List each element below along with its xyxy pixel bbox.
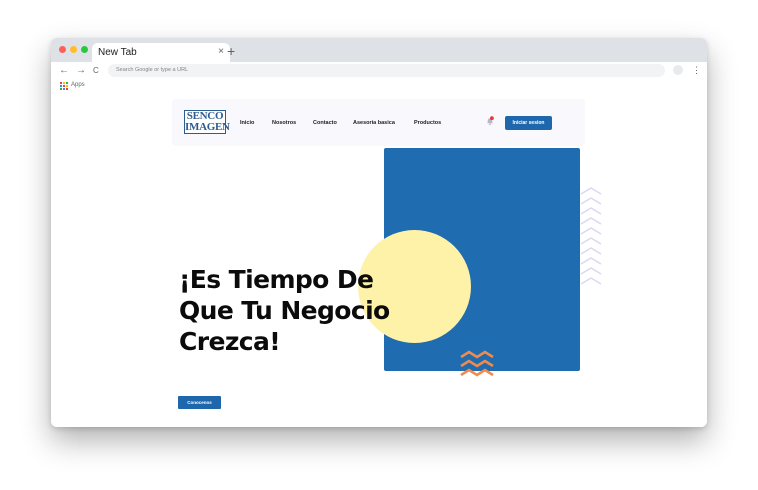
nav-asesoria-basica[interactable]: Asesoria basica [353,119,395,127]
site-header: SENCO IMAGEN Inicio Nosotros Contacto As… [172,99,585,146]
address-bar[interactable]: Search Google or type a URL [108,64,665,77]
nav-nosotros[interactable]: Nosotros [272,119,296,127]
login-button[interactable]: Iniciar sesion [505,116,552,130]
maximize-window-dot[interactable] [81,46,88,53]
tab-strip: New Tab × + [51,38,707,62]
close-window-dot[interactable] [59,46,66,53]
site-logo[interactable]: SENCO IMAGEN [184,110,230,134]
web-page: SENCO IMAGEN Inicio Nosotros Contacto As… [51,92,707,427]
tab-close-icon[interactable]: × [218,46,224,57]
nav-inicio[interactable]: Inicio [240,119,254,127]
browser-menu-icon[interactable]: ⋮ [692,63,701,77]
side-chevron-pattern-icon [580,187,602,285]
tab-new-tab[interactable]: New Tab × [92,43,230,62]
address-bar-placeholder: Search Google or type a URL [116,67,189,73]
browser-window: New Tab × + ← → C Search Google or type … [51,38,707,427]
conocenos-button[interactable]: Conocenos [178,396,221,409]
tab-title: New Tab [98,47,137,58]
headline-line-3: Crezca! [179,327,281,356]
forward-icon[interactable]: → [76,64,86,78]
browser-toolbar: ← → C Search Google or type a URL ⋮ [51,62,707,80]
nav-productos[interactable]: Productos [414,119,441,127]
new-tab-button[interactable]: + [227,43,235,59]
back-icon[interactable]: ← [59,64,69,78]
bell-icon[interactable] [486,116,494,126]
nav-contacto[interactable]: Contacto [313,119,337,127]
headline-line-1: ¡Es Tiempo De [179,265,374,294]
hero-headline: ¡Es Tiempo De Que Tu Negocio Crezca! [179,264,390,357]
profile-avatar[interactable] [673,65,683,75]
bookmarks-bar: Apps [51,80,707,92]
apps-bookmark[interactable]: Apps [71,81,85,90]
orange-chevron-pattern-icon [460,350,494,377]
logo-line-2: IMAGEN [185,121,230,133]
reload-icon[interactable]: C [93,64,99,78]
minimize-window-dot[interactable] [70,46,77,53]
apps-grid-icon[interactable] [60,82,68,90]
headline-line-2: Que Tu Negocio [179,296,390,325]
